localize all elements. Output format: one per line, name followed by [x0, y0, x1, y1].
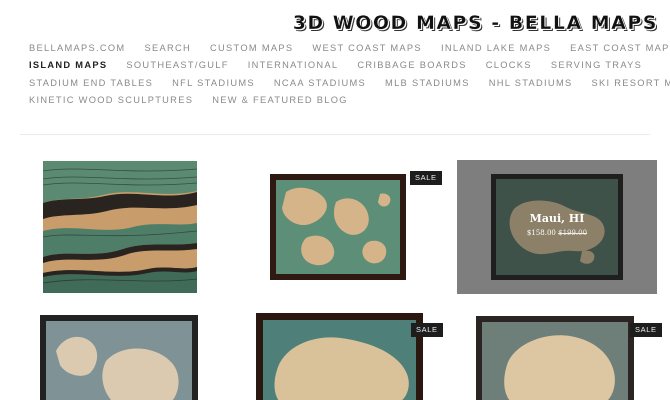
header-divider: [20, 134, 650, 135]
product-image: [46, 321, 192, 400]
product-image: [482, 322, 628, 400]
nav-item-east-coast-maps[interactable]: EAST COAST MAPS: [570, 43, 670, 53]
nav-item-southeast-gulf[interactable]: SOUTHEAST/GULF: [126, 60, 228, 70]
island-map-image: [282, 187, 391, 266]
product-image: [276, 180, 400, 274]
nav-item-clocks[interactable]: CLOCKS: [486, 60, 532, 70]
nav-item-island-maps[interactable]: ISLAND MAPS: [29, 60, 107, 70]
nav-item-nfl-stadiums[interactable]: NFL STADIUMS: [172, 78, 255, 88]
island-map-image: [56, 336, 179, 400]
product-price: $158.00 $199.00: [457, 229, 657, 237]
island-map-image: [274, 337, 409, 400]
nav-item-bellamaps-com[interactable]: BELLAMAPS.COM: [29, 43, 125, 53]
product-card[interactable]: [476, 316, 634, 400]
nav-item-serving-trays[interactable]: SERVING TRAYS: [551, 60, 642, 70]
nav-row: BELLAMAPS.COM SEARCH CUSTOM MAPS WEST CO…: [29, 39, 670, 56]
product-card[interactable]: [256, 313, 423, 400]
product-card[interactable]: [270, 174, 406, 280]
site-title[interactable]: 3D WOOD MAPS - BELLA MAPS: [293, 12, 658, 34]
product-image: [43, 161, 197, 293]
sale-badge: SALE: [410, 171, 442, 185]
nav-item-international[interactable]: INTERNATIONAL: [248, 60, 339, 70]
nav-item-search[interactable]: SEARCH: [144, 43, 191, 53]
product-card[interactable]: [40, 315, 198, 400]
sale-badge: SALE: [630, 323, 662, 337]
product-card-hovered[interactable]: Maui, HI $158.00 $199.00: [457, 160, 657, 294]
nav-row: STADIUM END TABLES NFL STADIUMS NCAA STA…: [29, 74, 670, 91]
nav-item-stadium-end-tables[interactable]: STADIUM END TABLES: [29, 78, 153, 88]
island-map-image: [504, 335, 615, 400]
nav-item-mlb-stadiums[interactable]: MLB STADIUMS: [385, 78, 470, 88]
nav-item-nhl-stadiums[interactable]: NHL STADIUMS: [489, 78, 573, 88]
nav-item-ncaa-stadiums[interactable]: NCAA STADIUMS: [274, 78, 366, 88]
nav-row: KINETIC WOOD SCULPTURES NEW & FEATURED B…: [29, 92, 659, 109]
nav-item-west-coast-maps[interactable]: WEST COAST MAPS: [312, 43, 422, 53]
nav-item-new-featured-blog[interactable]: NEW & FEATURED BLOG: [212, 95, 348, 105]
nav-row: ISLAND MAPS SOUTHEAST/GULF INTERNATIONAL…: [29, 57, 659, 74]
sale-price: $158.00: [526, 229, 556, 237]
product-title[interactable]: Maui, HI: [457, 212, 657, 225]
sale-badge: SALE: [411, 323, 443, 337]
nav-item-kinetic-wood-sculptures[interactable]: KINETIC WOOD SCULPTURES: [29, 95, 193, 105]
nav-item-inland-lake-maps[interactable]: INLAND LAKE MAPS: [441, 43, 551, 53]
nav-item-cribbage-boards[interactable]: CRIBBAGE BOARDS: [357, 60, 466, 70]
product-image: [263, 320, 416, 400]
main-navigation: BELLAMAPS.COM SEARCH CUSTOM MAPS WEST CO…: [29, 39, 670, 109]
nav-item-ski-resort-maps[interactable]: SKI RESORT MAPS: [592, 78, 670, 88]
original-price: $199.00: [558, 229, 588, 237]
product-caption: Maui, HI $158.00 $199.00: [457, 212, 657, 237]
product-card[interactable]: [43, 161, 197, 293]
nav-item-custom-maps[interactable]: CUSTOM MAPS: [210, 43, 293, 53]
